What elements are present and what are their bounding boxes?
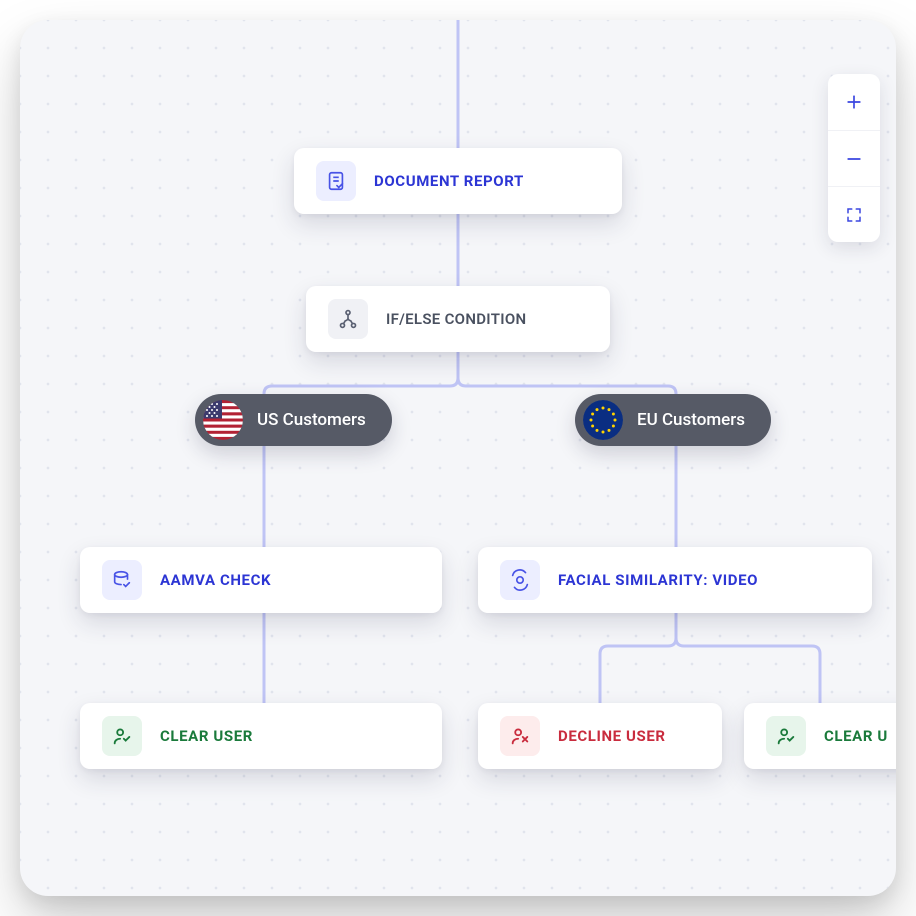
node-document-report[interactable]: DOCUMENT REPORT bbox=[294, 148, 622, 214]
node-label: IF/ELSE CONDITION bbox=[386, 310, 526, 328]
us-flag-icon bbox=[203, 400, 243, 440]
workflow-canvas-frame: DOCUMENT REPORT IF/ELSE CONDITION bbox=[20, 20, 896, 896]
fullscreen-button[interactable] bbox=[828, 186, 880, 242]
node-clear-user-right[interactable]: CLEAR U bbox=[744, 703, 896, 769]
minus-icon bbox=[844, 149, 864, 169]
user-check-icon bbox=[102, 716, 142, 756]
face-scan-icon bbox=[500, 560, 540, 600]
node-decline-user[interactable]: DECLINE USER bbox=[478, 703, 722, 769]
node-label: DOCUMENT REPORT bbox=[374, 172, 524, 190]
branch-icon bbox=[328, 299, 368, 339]
branch-pill-eu[interactable]: EU Customers bbox=[575, 394, 771, 446]
workflow-canvas[interactable]: DOCUMENT REPORT IF/ELSE CONDITION bbox=[20, 20, 896, 896]
plus-icon bbox=[844, 92, 864, 112]
pill-label: US Customers bbox=[257, 410, 366, 430]
branch-pill-us[interactable]: US Customers bbox=[195, 394, 392, 446]
eu-flag-icon bbox=[583, 400, 623, 440]
node-clear-user-left[interactable]: CLEAR USER bbox=[80, 703, 442, 769]
node-label: AAMVA CHECK bbox=[160, 571, 271, 589]
zoom-controls bbox=[828, 74, 880, 242]
expand-icon bbox=[845, 206, 863, 224]
node-label: DECLINE USER bbox=[558, 727, 666, 745]
node-label: CLEAR U bbox=[824, 727, 888, 745]
node-facial-similarity[interactable]: FACIAL SIMILARITY: VIDEO bbox=[478, 547, 872, 613]
zoom-in-button[interactable] bbox=[828, 74, 880, 130]
node-if-else[interactable]: IF/ELSE CONDITION bbox=[306, 286, 610, 352]
user-x-icon bbox=[500, 716, 540, 756]
node-label: FACIAL SIMILARITY: VIDEO bbox=[558, 571, 758, 589]
node-aamva-check[interactable]: AAMVA CHECK bbox=[80, 547, 442, 613]
database-check-icon bbox=[102, 560, 142, 600]
pill-label: EU Customers bbox=[637, 410, 745, 430]
node-label: CLEAR USER bbox=[160, 727, 253, 745]
document-icon bbox=[316, 161, 356, 201]
user-check-icon bbox=[766, 716, 806, 756]
zoom-out-button[interactable] bbox=[828, 130, 880, 186]
